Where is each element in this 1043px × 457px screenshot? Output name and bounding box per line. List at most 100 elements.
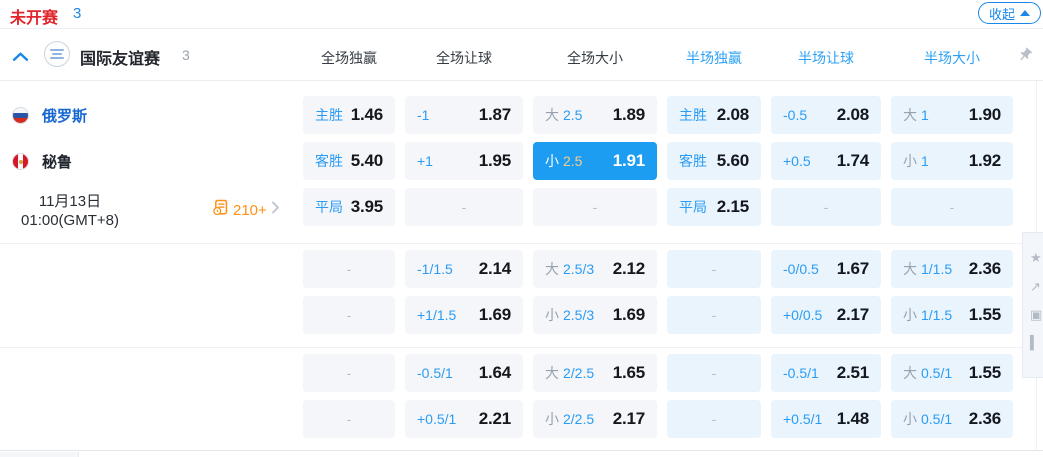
odds-cell[interactable]: +0/0.5 2.17 [771,296,881,334]
odds-cell-ht-handicap-away[interactable]: +0.5 1.74 [771,142,881,180]
pin-icon[interactable] [1017,47,1033,68]
odds-cell[interactable]: 大 0.5/1 1.55 [891,354,1013,392]
odds-cell-empty[interactable]: - [303,296,395,334]
odds-value: 1.55 [968,363,1001,382]
odds-cell[interactable]: 大 2.5/3 2.12 [533,250,657,288]
odds-cell[interactable]: -0/0.5 1.67 [771,250,881,288]
bar-icon[interactable]: ▍ [1030,336,1040,349]
odds-cell-empty[interactable]: - [405,188,523,226]
odds-label: +1/1.5 [417,307,457,323]
odds-cell-ft-under-selected[interactable]: 小 2.5 1.91 [533,142,657,180]
line-label: 1 [921,107,929,123]
favorite-star-icon[interactable]: ★ [1030,251,1042,264]
dash-placeholder: - [461,199,467,215]
odds-cell-ft-over[interactable]: 大 2.5 1.89 [533,96,657,134]
odds-value: 1.74 [836,151,869,170]
over-under-label: 大 [545,261,559,277]
odds-cell-ft-handicap-home[interactable]: -1 1.87 [405,96,523,134]
odds-cell-empty[interactable]: - [891,188,1013,226]
odds-cell-empty[interactable]: - [667,250,761,288]
odds-cell-ft-1x2-draw[interactable]: 平局 3.95 [303,188,395,226]
column-header-ht-1x2: 半场独赢 [686,50,742,66]
odds-label: -0.5 [783,107,808,123]
odds-row-alt-line-1: - -1/1.5 2.14 大 2.5/3 2.12 - -0/0.5 1.67 … [303,250,1013,288]
odds-label: -1 [417,107,430,123]
match-status-count: 3 [73,5,82,22]
odds-value: 1.69 [612,305,645,324]
odds-cell[interactable]: 小 2.5/3 1.69 [533,296,657,334]
odds-value: 1.64 [478,363,511,382]
odds-cell-empty[interactable]: - [667,354,761,392]
over-under-label: 大 [545,107,559,123]
trend-arrow-icon[interactable]: ↗ [1030,280,1041,293]
odds-cell-empty[interactable]: - [771,188,881,226]
odds-label: +0/0.5 [783,307,823,323]
odds-value: 2.17 [836,305,869,324]
odds-cell[interactable]: +0.5/1 2.21 [405,400,523,438]
odds-label: 主胜 [679,107,707,123]
odds-label: -0.5/1 [783,365,819,381]
odds-value: 5.60 [716,151,749,170]
odds-cell[interactable]: 大 1/1.5 2.36 [891,250,1013,288]
over-under-label: 小 [903,307,917,323]
odds-cell[interactable]: +0.5/1 1.48 [771,400,881,438]
chevron-right-icon [271,201,280,219]
odds-value: 2.15 [716,197,749,216]
odds-cell[interactable]: 小 0.5/1 2.36 [891,400,1013,438]
odds-value: 2.36 [968,259,1001,278]
odds-cell-ft-1x2-away[interactable]: 客胜 5.40 [303,142,395,180]
more-markets-link[interactable]: 210+ [212,199,280,221]
odds-value: 1.92 [968,151,1001,170]
dash-placeholder: - [949,199,955,215]
odds-cell-ht-under[interactable]: 小1 1.92 [891,142,1013,180]
odds-cell[interactable]: -0.5/1 2.51 [771,354,881,392]
odds-cell-empty[interactable]: - [667,400,761,438]
stats-box-icon[interactable]: ▣ [1030,308,1042,321]
odds-cell[interactable]: -0.5/1 1.64 [405,354,523,392]
more-markets-count: 210+ [233,201,267,219]
odds-label-pair: 大1 [903,105,929,125]
odds-cell-empty[interactable]: - [303,400,395,438]
column-header-ft-overunder: 全场大小 [567,50,623,66]
triangle-up-icon [1020,10,1030,16]
odds-cell-ht-1x2-draw[interactable]: 平局 2.15 [667,188,761,226]
match-datetime: 11月13日 01:00(GMT+8) [0,192,140,230]
over-under-label: 大 [903,261,917,277]
odds-row-alt-line-4: - +0.5/1 2.21 小 2/2.5 2.17 - +0.5/1 1.48 … [303,400,1013,438]
odds-cell-ht-1x2-home[interactable]: 主胜 2.08 [667,96,761,134]
odds-value: 2.12 [612,259,645,278]
odds-cell-ht-1x2-away[interactable]: 客胜 5.60 [667,142,761,180]
collapse-button[interactable]: 收起 [977,2,1041,24]
odds-cell-ft-1x2-home[interactable]: 主胜 1.46 [303,96,395,134]
odds-cell-ht-over[interactable]: 大1 1.90 [891,96,1013,134]
odds-cell-ft-handicap-away[interactable]: +1 1.95 [405,142,523,180]
match-status-label: 未开赛 [10,10,59,27]
league-header: 国际友谊赛 3 全场独赢 全场让球 全场大小 半场独赢 半场让球 半场大小 [0,29,1043,81]
line-label: 1/1.5 [921,261,953,277]
line-label: 2.5 [563,153,583,169]
odds-cell[interactable]: 小 2/2.5 2.17 [533,400,657,438]
odds-label-pair: 大 2.5 [545,105,582,125]
odds-label: +0.5/1 [417,411,457,427]
odds-cell-empty[interactable]: - [533,188,657,226]
odds-label: -0/0.5 [783,261,819,277]
odds-label-pair: 小 1/1.5 [903,305,952,325]
divider [0,243,1036,244]
over-under-label: 小 [545,411,559,427]
odds-value: 2.51 [836,363,869,382]
odds-cell-empty[interactable]: - [667,296,761,334]
line-label: 1/1.5 [921,307,953,323]
odds-cell-empty[interactable]: - [303,250,395,288]
odds-cell-ht-handicap-home[interactable]: -0.5 2.08 [771,96,881,134]
odds-label: 主胜 [315,107,343,123]
odds-cell[interactable]: -1/1.5 2.14 [405,250,523,288]
odds-cell-empty[interactable]: - [303,354,395,392]
chevron-up-icon[interactable] [12,49,29,67]
odds-cell[interactable]: 大 2/2.5 1.65 [533,354,657,392]
odds-cell[interactable]: 小 1/1.5 1.55 [891,296,1013,334]
odds-cell[interactable]: +1/1.5 1.69 [405,296,523,334]
markets-odds-icon [212,199,229,221]
odds-value: 1.91 [612,151,645,170]
line-label: 2/2.5 [563,365,595,381]
odds-value: 1.69 [478,305,511,324]
